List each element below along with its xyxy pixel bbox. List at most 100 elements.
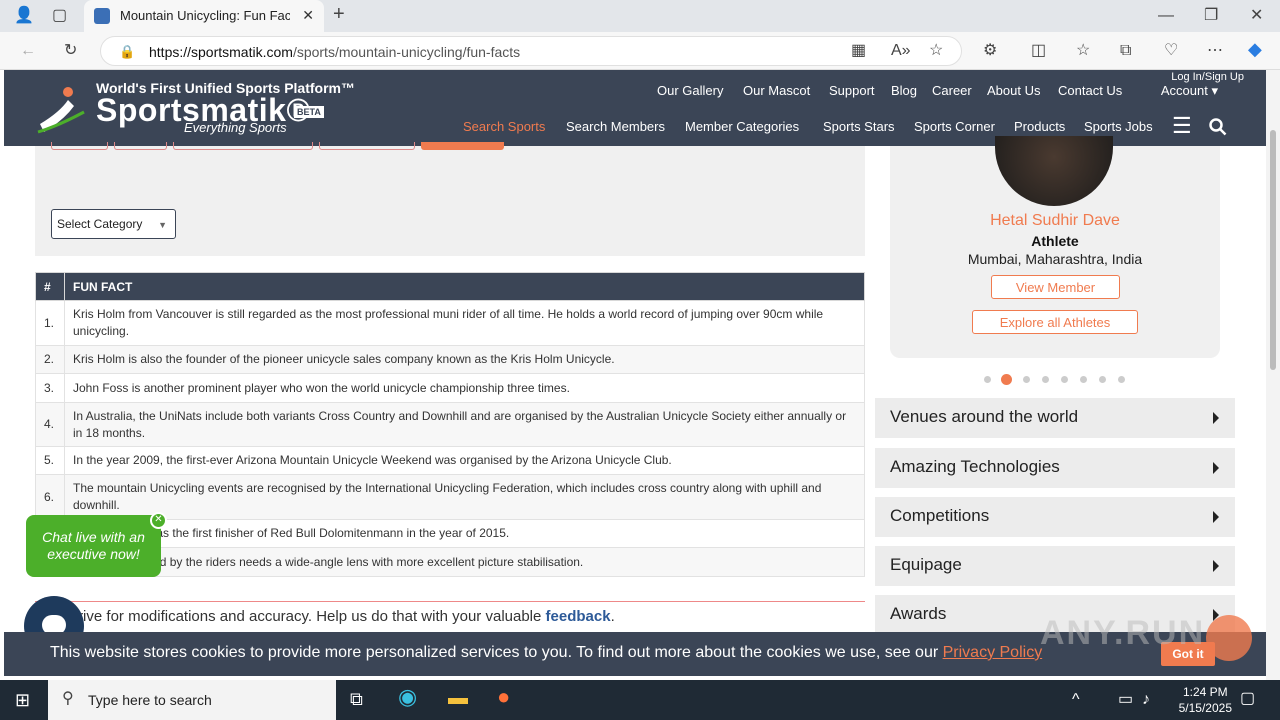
browser-tab-bar: 👤 ▢ Mountain Unicycling: Fun Facts, ✕ + … bbox=[0, 0, 1280, 32]
lock-icon[interactable]: 🔒 bbox=[119, 44, 135, 60]
nav-about-us[interactable]: About Us bbox=[987, 83, 1040, 98]
nav-our-mascot[interactable]: Our Mascot bbox=[743, 83, 810, 98]
new-tab-icon[interactable]: + bbox=[333, 4, 345, 24]
search-icon[interactable] bbox=[1209, 118, 1227, 136]
refresh-icon[interactable]: ↻ bbox=[64, 43, 77, 59]
browser-essentials-icon[interactable]: ♡ bbox=[1164, 43, 1178, 59]
filter-tab-active[interactable] bbox=[421, 142, 504, 150]
login-signup-link[interactable]: Log In/Sign Up bbox=[1171, 71, 1244, 83]
app-available-icon[interactable]: ▦ bbox=[851, 43, 866, 59]
nav-sports-corner[interactable]: Sports Corner bbox=[914, 119, 995, 134]
nav-sports-stars[interactable]: Sports Stars bbox=[823, 119, 895, 134]
nav-search-sports[interactable]: Search Sports bbox=[463, 119, 545, 134]
filter-tab-1[interactable] bbox=[51, 142, 108, 150]
view-member-button[interactable]: View Member bbox=[991, 275, 1120, 299]
task-view-icon[interactable]: ⧉ bbox=[350, 690, 363, 708]
clock-time: 1:24 PM bbox=[1182, 685, 1228, 699]
minimize-icon[interactable]: — bbox=[1158, 8, 1174, 24]
privacy-policy-link[interactable]: Privacy Policy bbox=[943, 644, 1043, 661]
chat-invite-bubble[interactable]: Chat live with an executive now! bbox=[26, 515, 161, 577]
member-name[interactable]: Hetal Sudhir Dave bbox=[890, 212, 1220, 230]
sidebar-item-label: Competitions bbox=[890, 506, 990, 525]
feedback-link[interactable]: feedback bbox=[546, 608, 611, 625]
collections-icon[interactable]: ⧉ bbox=[1120, 43, 1131, 59]
carousel-dot[interactable] bbox=[1061, 376, 1068, 383]
notifications-icon[interactable]: ▢ bbox=[1240, 691, 1255, 707]
chevron-down-icon: ▼ bbox=[158, 220, 167, 230]
nav-our-gallery[interactable]: Our Gallery bbox=[657, 83, 723, 98]
caret-right-icon bbox=[1213, 560, 1219, 572]
favorite-star-icon[interactable]: ☆ bbox=[929, 43, 943, 59]
search-icon: ⚲ bbox=[62, 690, 74, 707]
extensions-icon[interactable]: ⚙ bbox=[983, 43, 997, 59]
taskbar-clock[interactable]: 1:24 PM 5/15/2025 bbox=[1179, 684, 1232, 716]
network-icon[interactable]: ▭ bbox=[1118, 692, 1133, 708]
sidebar-item-label: Equipage bbox=[890, 555, 962, 574]
nav-support[interactable]: Support bbox=[829, 83, 875, 98]
sidebar-item-equipage[interactable]: Equipage bbox=[875, 546, 1235, 586]
column-header-number: # bbox=[35, 272, 65, 301]
table-header-row: # FUN FACT bbox=[35, 272, 865, 301]
nav-contact-us[interactable]: Contact Us bbox=[1058, 83, 1122, 98]
explore-athletes-button[interactable]: Explore all Athletes bbox=[972, 310, 1138, 334]
carousel-dot-active[interactable] bbox=[1001, 374, 1012, 385]
page-scrollbar[interactable] bbox=[1266, 70, 1280, 680]
file-explorer-icon[interactable]: ▬ bbox=[448, 688, 468, 708]
tray-chevron-icon[interactable]: ^ bbox=[1072, 692, 1080, 708]
nav-products[interactable]: Products bbox=[1014, 119, 1065, 134]
favorites-icon[interactable]: ☆ bbox=[1076, 43, 1090, 59]
caret-right-icon bbox=[1213, 462, 1219, 474]
sidebar-item-venues[interactable]: Venues around the world bbox=[875, 398, 1235, 438]
close-window-icon[interactable]: ✕ bbox=[1250, 8, 1263, 24]
split-screen-icon[interactable]: ◫ bbox=[1031, 43, 1046, 59]
copilot-icon[interactable]: ◆ bbox=[1248, 40, 1262, 58]
carousel-dot[interactable] bbox=[1118, 376, 1125, 383]
carousel-dot[interactable] bbox=[984, 376, 991, 383]
profile-icon[interactable]: 👤 bbox=[14, 8, 34, 24]
table-row: 1. Kris Holm from Vancouver is still reg… bbox=[35, 300, 865, 346]
scrollbar-thumb[interactable] bbox=[1270, 130, 1276, 370]
active-tab[interactable]: Mountain Unicycling: Fun Facts, ✕ bbox=[84, 0, 324, 32]
taskbar-search-input[interactable]: ⚲ Type here to search bbox=[48, 680, 336, 720]
sidebar-item-competitions[interactable]: Competitions bbox=[875, 497, 1235, 537]
read-aloud-icon[interactable]: A» bbox=[891, 43, 911, 59]
nav-sports-jobs[interactable]: Sports Jobs bbox=[1084, 119, 1153, 134]
carousel-dot[interactable] bbox=[1023, 376, 1030, 383]
edge-browser-icon[interactable]: ◉ bbox=[398, 686, 417, 708]
caret-right-icon bbox=[1213, 412, 1219, 424]
more-menu-icon[interactable]: ⋯ bbox=[1207, 43, 1223, 59]
carousel-dot[interactable] bbox=[1099, 376, 1106, 383]
restore-icon[interactable]: ❐ bbox=[1204, 8, 1218, 24]
filter-tab-2[interactable] bbox=[114, 142, 167, 150]
carousel-dot[interactable] bbox=[1042, 376, 1049, 383]
back-icon[interactable]: ← bbox=[20, 43, 36, 59]
filter-tab-4[interactable] bbox=[319, 142, 415, 150]
clock-date: 5/15/2025 bbox=[1178, 701, 1232, 715]
member-avatar[interactable] bbox=[995, 136, 1113, 206]
nav-search-members[interactable]: Search Members bbox=[566, 119, 665, 134]
firefox-icon[interactable]: ● bbox=[497, 686, 510, 708]
row-number: 4. bbox=[35, 402, 65, 447]
url-input[interactable]: 🔒 https://sportsmatik.com/sports/mountai… bbox=[100, 36, 962, 66]
hamburger-menu-icon[interactable]: ☰ bbox=[1172, 115, 1192, 137]
windows-start-icon[interactable]: ⊞ bbox=[15, 691, 30, 709]
nav-blog[interactable]: Blog bbox=[891, 83, 917, 98]
chat-close-icon[interactable]: ✕ bbox=[150, 512, 167, 529]
filter-tab-3[interactable] bbox=[173, 142, 313, 150]
scroll-to-top-button[interactable] bbox=[1206, 615, 1252, 661]
select-category-dropdown[interactable]: Select Category ▼ bbox=[51, 209, 176, 239]
sidebar-item-technologies[interactable]: Amazing Technologies bbox=[875, 448, 1235, 488]
table-row: 4. In Australia, the UniNats include bot… bbox=[35, 402, 865, 447]
column-header-fun-fact: FUN FACT bbox=[64, 272, 865, 301]
sidebar-item-label: Awards bbox=[890, 604, 947, 623]
sportsmatik-logo-icon[interactable] bbox=[34, 82, 90, 138]
nav-career[interactable]: Career bbox=[932, 83, 972, 98]
carousel-dot[interactable] bbox=[1080, 376, 1087, 383]
nav-member-categories[interactable]: Member Categories bbox=[685, 119, 799, 134]
table-row: 2. Kris Holm is also the founder of the … bbox=[35, 345, 865, 374]
tab-actions-icon[interactable]: ▢ bbox=[52, 8, 67, 24]
feedback-text: We strive for modifications and accuracy… bbox=[40, 608, 546, 625]
close-tab-icon[interactable]: ✕ bbox=[302, 7, 314, 24]
account-dropdown[interactable]: Account ▾ bbox=[1161, 83, 1218, 99]
volume-icon[interactable]: ♪ bbox=[1142, 692, 1150, 708]
